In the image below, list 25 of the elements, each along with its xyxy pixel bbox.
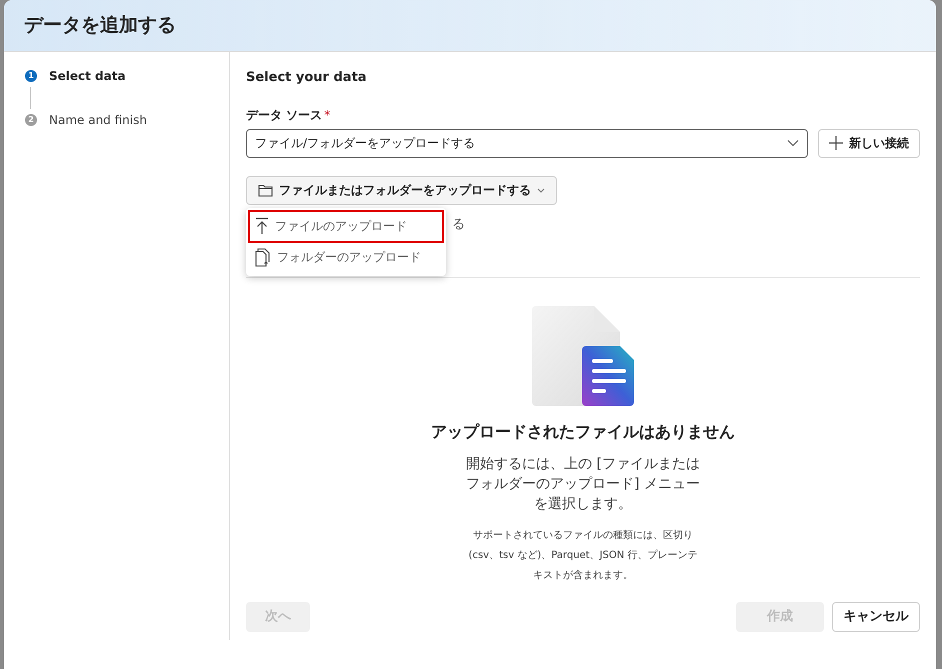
required-mark: *	[324, 106, 330, 124]
folder-icon	[258, 184, 273, 196]
step-number: 2	[25, 114, 37, 126]
cancel-button[interactable]: キャンセル	[832, 602, 920, 632]
menu-item[interactable]: ファイルのアップロード	[250, 212, 442, 240]
empty-state-title: アップロードされたファイルはありません	[431, 420, 735, 442]
upload-menu-button[interactable]: ファイルまたはフォルダーをアップロードする	[246, 176, 557, 204]
data-source-dropdown[interactable]: ファイル/フォルダーをアップロードする	[246, 128, 808, 158]
document-upload-icon	[255, 248, 271, 266]
covered-text: る	[452, 216, 465, 232]
step-label[interactable]: Name and finish	[49, 111, 147, 129]
empty-state-message: 開始するには、上の [ファイルまたはフォルダーのアップロード] メニューを選択します。	[465, 454, 701, 514]
field-label: データ ソース	[246, 106, 322, 124]
new-connection-button[interactable]: 新しい接続	[818, 128, 920, 158]
chevron-down-icon	[537, 188, 545, 192]
step-label[interactable]: Select data	[49, 67, 126, 85]
chevron-down-icon	[787, 139, 799, 147]
upload-icon	[255, 217, 269, 235]
step-number: 1	[25, 70, 37, 82]
plus-icon	[829, 136, 843, 150]
menu-item[interactable]: フォルダーのアップロード	[250, 242, 442, 272]
section-title: Select your data	[246, 69, 368, 87]
step-connector	[30, 87, 31, 109]
supported-types-note: サポートされているファイルの種類には、区切り (csv、tsv など)、Parquet、JSON 行、プレーンテキストが含まれます。	[468, 528, 698, 582]
dialog-title: データを追加する	[24, 13, 176, 38]
